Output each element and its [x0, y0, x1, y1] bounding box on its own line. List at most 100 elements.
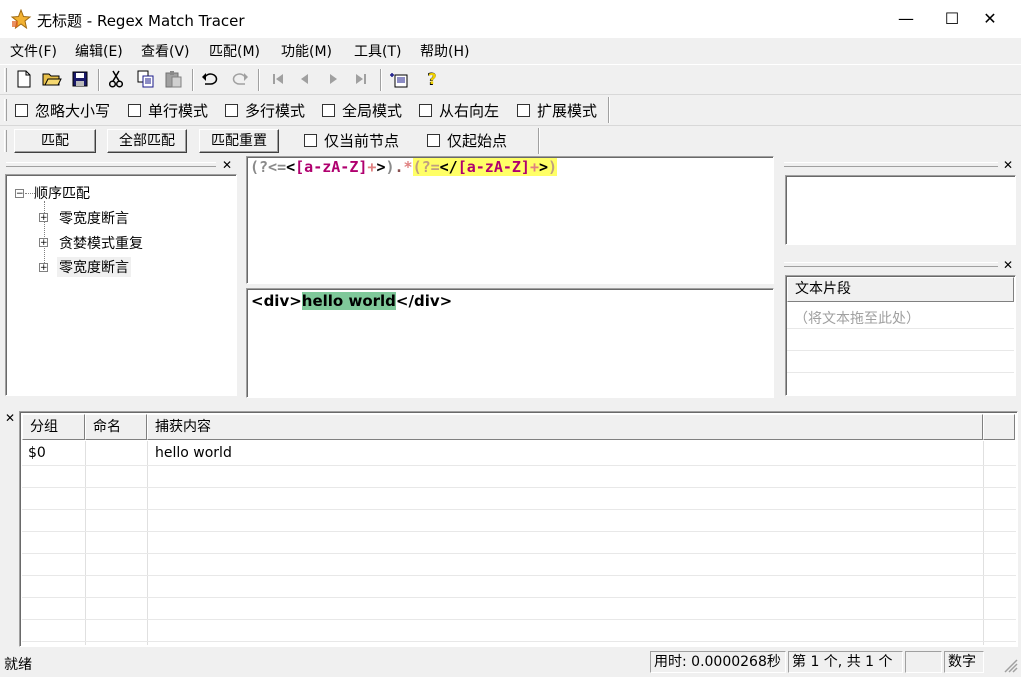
cut-icon[interactable]: [104, 67, 128, 91]
grid-line: [787, 372, 1014, 373]
ignore-case-checkbox[interactable]: [15, 104, 28, 117]
snippets-list[interactable]: 文本片段 （将文本拖至此处）: [785, 275, 1016, 396]
regex-text[interactable]: (?<=<[a-zA-Z]+>).*(?=</[a-zA-Z]+>): [250, 158, 558, 176]
match-all-button[interactable]: 全部匹配: [107, 129, 187, 153]
insert-icon[interactable]: [387, 67, 411, 91]
expand-toggle-icon[interactable]: +: [39, 238, 48, 248]
grid-line: [787, 328, 1014, 329]
resize-grip-icon[interactable]: [1000, 655, 1018, 673]
tree-root-sequence[interactable]: 顺序匹配: [34, 183, 90, 203]
menu-help[interactable]: 帮助(H): [420, 41, 469, 61]
copy-icon[interactable]: [134, 67, 158, 91]
regex-token: [a-zA-Z]: [295, 158, 368, 176]
extended-label: 扩展模式: [537, 102, 598, 120]
current-node-checkbox[interactable]: [304, 134, 317, 147]
status-count: 第 1 个, 共 1 个: [788, 651, 903, 673]
minimize-button[interactable]: —: [883, 0, 929, 38]
open-folder-icon[interactable]: [40, 67, 64, 91]
multiline-checkbox[interactable]: [225, 104, 238, 117]
tree-view[interactable]: − 顺序匹配 + 零宽度断言 + 贪婪模式重复 + 零宽度断言: [5, 174, 237, 396]
close-tree-pane-icon[interactable]: ✕: [222, 158, 232, 172]
cell-capture[interactable]: hello world: [155, 445, 232, 461]
grid-line: [983, 441, 984, 645]
snippets-placeholder: （将文本拖至此处）: [794, 311, 920, 327]
extended-checkbox[interactable]: [517, 104, 530, 117]
close-window-button[interactable]: ✕: [967, 0, 1013, 38]
global-checkbox[interactable]: [322, 104, 335, 117]
grid-line: [22, 487, 1016, 488]
match-toolbar: 匹配 全部匹配 匹配重置 仅当前节点 仅起始点: [0, 125, 1021, 156]
regex-token: .: [394, 158, 404, 176]
right-top-pane: ✕: [780, 158, 1020, 248]
grid-line: [22, 597, 1016, 598]
regex-token: *: [403, 158, 413, 176]
current-node-label: 仅当前节点: [324, 132, 400, 150]
menu-edit[interactable]: 编辑(E): [75, 41, 123, 61]
grid-line: [85, 441, 86, 645]
toolbar-grip: [4, 99, 7, 121]
regex-token: +: [529, 158, 539, 176]
subject-before: <div>: [251, 292, 302, 310]
right-to-left-checkbox[interactable]: [419, 104, 432, 117]
collapse-toggle-icon[interactable]: −: [15, 189, 24, 199]
column-header-name[interactable]: 命名: [85, 414, 147, 440]
pane-grip: [6, 162, 216, 167]
subject-text[interactable]: <div>hello world</div>: [251, 292, 452, 310]
start-only-checkbox[interactable]: [427, 134, 440, 147]
close-snippets-pane-icon[interactable]: ✕: [1003, 258, 1013, 272]
start-only-label: 仅起始点: [447, 132, 508, 150]
next-icon[interactable]: [321, 67, 345, 91]
subject-after: </div>: [395, 292, 453, 310]
menu-function[interactable]: 功能(M): [281, 41, 332, 61]
save-icon[interactable]: [68, 67, 92, 91]
grid-line: [22, 531, 1016, 532]
preview-box[interactable]: [785, 175, 1016, 245]
redo-icon[interactable]: [227, 67, 251, 91]
match-button[interactable]: 匹配: [14, 129, 96, 153]
toolbar-separator: [380, 69, 382, 91]
regex-token: ): [385, 158, 395, 176]
menu-file[interactable]: 文件(F): [10, 41, 57, 61]
grid-line: [22, 553, 1016, 554]
grid-line: [147, 441, 148, 645]
expand-toggle-icon[interactable]: +: [39, 263, 48, 273]
expand-toggle-icon[interactable]: +: [39, 213, 48, 223]
grid-line: [22, 465, 1016, 466]
column-header-capture[interactable]: 捕获内容: [147, 414, 983, 440]
column-header-group[interactable]: 分组: [22, 414, 85, 440]
menu-tools[interactable]: 工具(T): [354, 41, 401, 61]
menu-view[interactable]: 查看(V): [141, 41, 190, 61]
multiline-label: 多行模式: [245, 102, 306, 120]
menu-bar: 文件(F) 编辑(E) 查看(V) 匹配(M) 功能(M) 工具(T) 帮助(H…: [0, 38, 1021, 63]
status-num: 数字: [944, 651, 984, 673]
regex-token: [a-zA-Z]: [457, 158, 530, 176]
snippets-header[interactable]: 文本片段: [787, 277, 1014, 302]
app-star-icon: [10, 8, 32, 30]
match-reset-button[interactable]: 匹配重置: [199, 129, 279, 153]
last-icon[interactable]: [349, 67, 373, 91]
regex-token: ): [548, 158, 558, 176]
ignore-case-label: 忽略大小写: [35, 102, 111, 120]
close-results-pane-icon[interactable]: ✕: [5, 411, 15, 425]
new-file-icon[interactable]: [12, 67, 36, 91]
global-label: 全局模式: [342, 102, 403, 120]
tree-item-lookbehind[interactable]: 零宽度断言: [59, 208, 129, 228]
regex-token: (?<=: [250, 158, 287, 176]
singleline-checkbox[interactable]: [128, 104, 141, 117]
singleline-label: 单行模式: [148, 102, 209, 120]
window-title: 无标题 - Regex Match Tracer: [37, 12, 245, 30]
undo-icon[interactable]: [199, 67, 223, 91]
first-icon[interactable]: [266, 67, 290, 91]
menu-match[interactable]: 匹配(M): [209, 41, 260, 61]
prev-icon[interactable]: [293, 67, 317, 91]
close-right-top-pane-icon[interactable]: ✕: [1003, 158, 1013, 172]
help-icon[interactable]: ??: [421, 67, 445, 91]
pane-grip: [784, 162, 998, 167]
tree-pane: ✕ − 顺序匹配 + 零宽度断言 + 贪婪模式重复 + 零宽度断言: [3, 158, 239, 398]
right-to-left-label: 从右向左: [439, 102, 500, 120]
tree-item-greedy[interactable]: 贪婪模式重复: [59, 233, 143, 253]
tree-item-lookahead[interactable]: 零宽度断言: [57, 257, 131, 277]
toolbar-grip: [4, 130, 7, 152]
cell-group[interactable]: $0: [28, 445, 46, 461]
paste-icon[interactable]: [162, 67, 186, 91]
